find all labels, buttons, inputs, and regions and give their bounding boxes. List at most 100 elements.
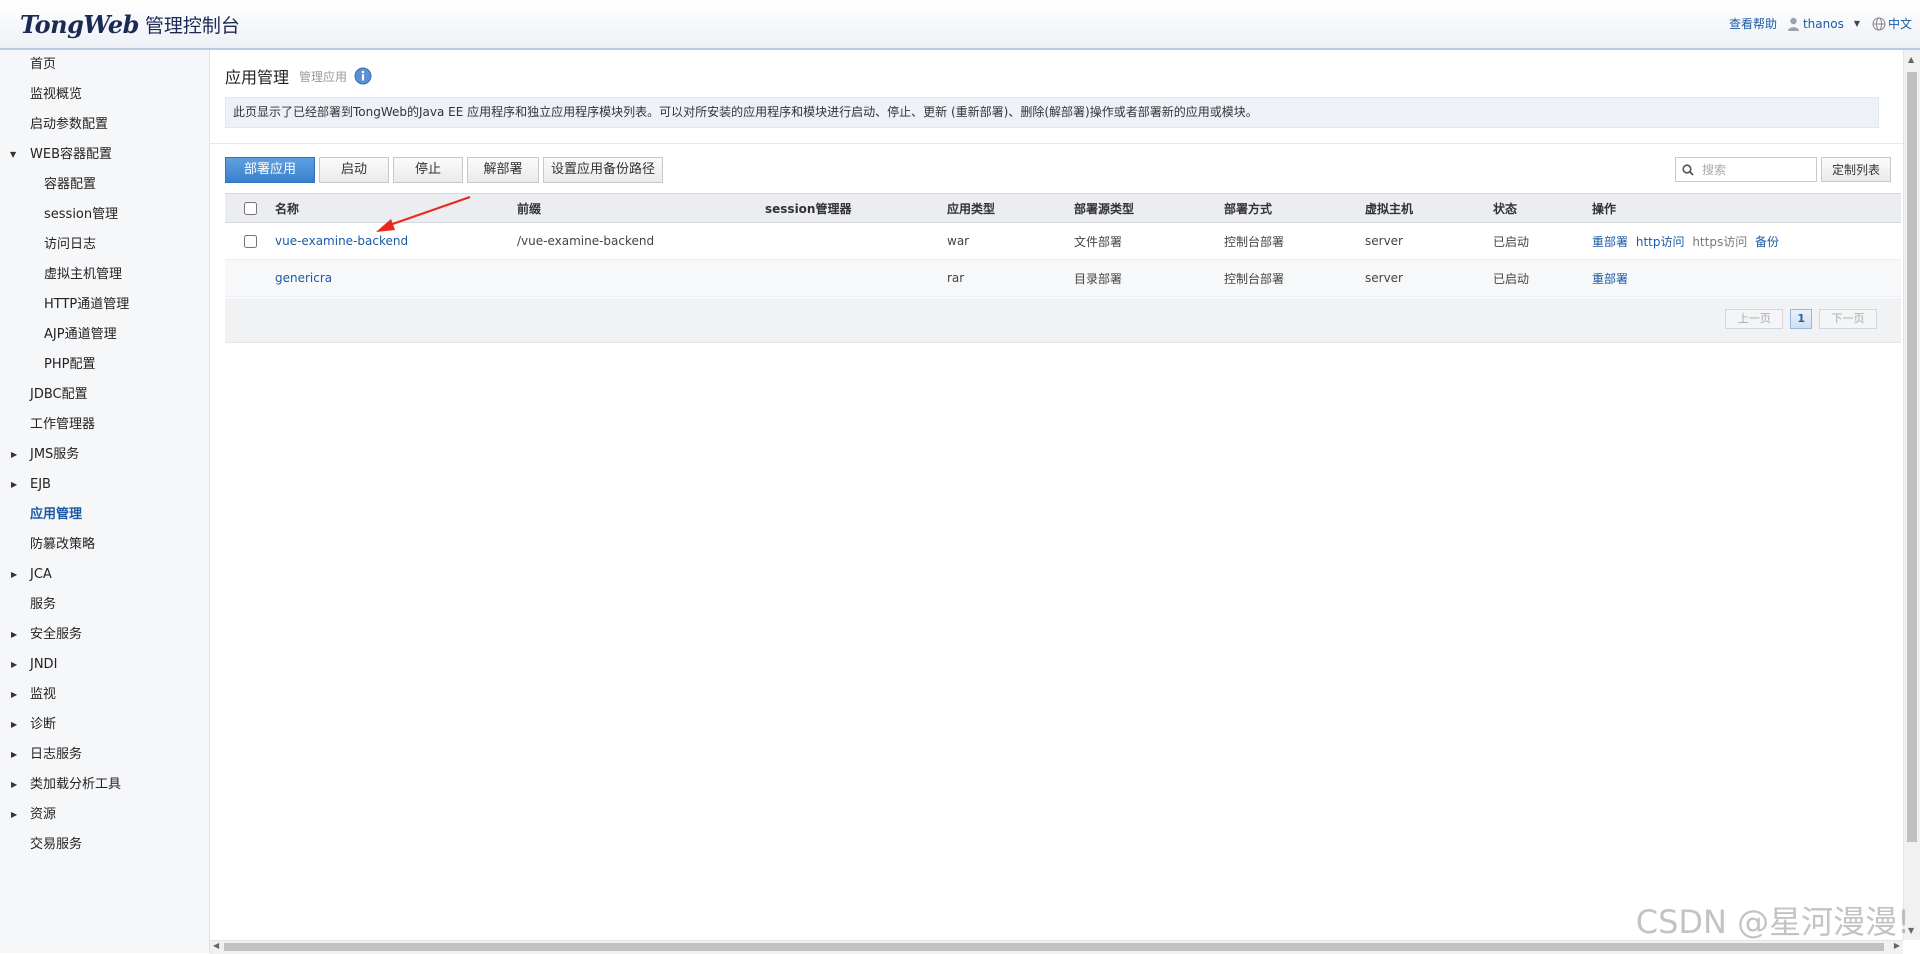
user-dropdown-icon[interactable]: ▼ (1854, 19, 1860, 28)
sidebar-item[interactable]: 服务 (0, 590, 209, 620)
sidebar-item[interactable]: 虚拟主机管理 (0, 260, 209, 290)
stop-button[interactable]: 停止 (393, 157, 463, 183)
vertical-scroll-thumb[interactable] (1907, 72, 1917, 842)
collapsed-arrow-icon[interactable]: ▶ (11, 650, 17, 680)
col-app-type[interactable]: 应用类型 (947, 193, 1074, 223)
sidebar-item[interactable]: 启动参数配置 (0, 110, 209, 140)
undeploy-button[interactable]: 解部署 (467, 157, 539, 183)
sidebar-item[interactable]: ▶ JCA (0, 560, 209, 590)
redeploy-link[interactable]: 重部署 (1592, 235, 1628, 249)
collapsed-arrow-icon[interactable]: ▶ (11, 440, 17, 470)
sidebar-item[interactable]: 容器配置 (0, 170, 209, 200)
session-cell (765, 222, 947, 260)
language-switch[interactable]: 中文 (1888, 15, 1912, 32)
collapsed-arrow-icon[interactable]: ▶ (11, 770, 17, 800)
sidebar-item-label: EJB (30, 477, 51, 492)
sidebar-item[interactable]: AJP通道管理 (0, 320, 209, 350)
expanded-arrow-icon[interactable]: ▼ (10, 140, 16, 170)
deploy-button[interactable]: 部署应用 (225, 157, 315, 183)
sidebar-item[interactable]: HTTP通道管理 (0, 290, 209, 320)
col-name[interactable]: 名称 (275, 193, 517, 223)
user-icon (1787, 17, 1799, 31)
sidebar-item[interactable]: 监视概览 (0, 80, 209, 110)
start-button[interactable]: 启动 (319, 157, 389, 183)
sidebar-item-label: 资源 (30, 807, 57, 822)
scroll-up-icon[interactable]: ▲ (1908, 55, 1914, 64)
sidebar-item-label: 工作管理器 (30, 417, 96, 432)
sidebar-item-label: 防篡改策略 (30, 537, 96, 552)
help-link[interactable]: 查看帮助 (1729, 15, 1777, 32)
collapsed-arrow-icon[interactable]: ▶ (11, 800, 17, 830)
col-status[interactable]: 状态 (1493, 193, 1592, 223)
search-box (1675, 157, 1817, 182)
sidebar-item[interactable]: session管理 (0, 200, 209, 230)
collapsed-arrow-icon[interactable]: ▶ (11, 560, 17, 590)
divider (210, 143, 1910, 144)
row-checkbox[interactable] (243, 235, 257, 248)
col-session-manager[interactable]: session管理器 (765, 193, 947, 223)
prev-page-button[interactable]: 上一页 (1725, 309, 1784, 329)
redeploy-link[interactable]: 重部署 (1592, 272, 1628, 286)
sidebar-item[interactable]: ▶ EJB (0, 470, 209, 500)
user-menu[interactable]: thanos (1803, 17, 1844, 31)
sidebar-item[interactable]: 工作管理器 (0, 410, 209, 440)
sidebar-item[interactable]: ▶ JMS服务 (0, 440, 209, 470)
sidebar-item-label: 服务 (30, 597, 57, 612)
collapsed-arrow-icon[interactable]: ▶ (11, 680, 17, 710)
collapsed-arrow-icon[interactable]: ▶ (11, 740, 17, 770)
host-cell: server (1365, 259, 1493, 297)
sidebar-item[interactable]: 交易服务 (0, 830, 209, 860)
col-deploy-method[interactable]: 部署方式 (1224, 193, 1365, 223)
table-row: genericra rar 目录部署 控制台部署 server 已启动 重部署 (225, 259, 1901, 297)
sidebar-item[interactable]: JDBC配置 (0, 380, 209, 410)
https-access-link[interactable]: https访问 (1692, 235, 1747, 249)
collapsed-arrow-icon[interactable]: ▶ (11, 710, 17, 740)
app-name-link[interactable]: genericra (275, 271, 332, 285)
sidebar-nav: 首页监视概览启动参数配置 ▼ WEB容器配置 容器配置 session管理 访问日志 虚拟主… (0, 50, 209, 860)
col-virtual-host[interactable]: 虚拟主机 (1365, 193, 1493, 223)
title-row: 应用管理 管理应用 (225, 64, 372, 88)
sidebar-item[interactable]: ▶ 安全服务 (0, 620, 209, 650)
sidebar-item[interactable]: 防篡改策略 (0, 530, 209, 560)
sidebar-item-label: PHP配置 (44, 357, 96, 372)
search-input[interactable] (1700, 161, 1809, 178)
collapsed-arrow-icon[interactable]: ▶ (11, 620, 17, 650)
watermark: CSDN @星河漫漫! (1635, 903, 1910, 941)
col-source-type[interactable]: 部署源类型 (1074, 193, 1224, 223)
sidebar-item-label: 首页 (30, 57, 57, 72)
status-cell: 已启动 (1493, 259, 1592, 297)
horizontal-scroll-thumb[interactable] (224, 943, 1884, 951)
select-all-checkbox[interactable] (243, 202, 257, 215)
page-number-button[interactable]: 1 (1790, 309, 1812, 329)
sidebar-item-label: 启动参数配置 (30, 117, 109, 132)
scroll-left-icon[interactable]: ◀ (213, 941, 219, 950)
customize-list-button[interactable]: 定制列表 (1821, 157, 1891, 182)
http-access-link[interactable]: http访问 (1636, 235, 1685, 249)
sidebar-item-label: 交易服务 (30, 837, 83, 852)
next-page-button[interactable]: 下一页 (1819, 309, 1877, 329)
sidebar-item[interactable]: ▶ 类加载分析工具 (0, 770, 209, 800)
logo-subtitle: 管理控制台 (144, 14, 240, 37)
sidebar-item[interactable]: ▼ WEB容器配置 (0, 140, 209, 170)
sidebar-item-label: 日志服务 (30, 747, 83, 762)
sidebar-item[interactable]: ▶ 日志服务 (0, 740, 209, 770)
set-backup-path-button[interactable]: 设置应用备份路径 (543, 157, 663, 183)
sidebar-item[interactable]: PHP配置 (0, 350, 209, 380)
sidebar-item[interactable]: 访问日志 (0, 230, 209, 260)
backup-link[interactable]: 备份 (1755, 235, 1779, 249)
sidebar-item[interactable]: ▶ 资源 (0, 800, 209, 830)
app-name-cell: genericra (275, 259, 517, 297)
sidebar-item[interactable]: ▶ JNDI (0, 650, 209, 680)
sidebar-item[interactable]: 应用管理 (0, 500, 209, 530)
col-prefix[interactable]: 前缀 (517, 193, 765, 223)
collapsed-arrow-icon[interactable]: ▶ (11, 470, 17, 500)
sidebar-item[interactable]: ▶ 监视 (0, 680, 209, 710)
sidebar-item[interactable]: 首页 (0, 50, 209, 80)
table-row: vue-examine-backend /vue-examine-backend… (225, 222, 1901, 260)
pagination-bar: 上一页 1 下一页 (225, 298, 1901, 343)
vertical-scrollbar[interactable]: ▲ ▼ (1903, 50, 1920, 940)
app-name-link[interactable]: vue-examine-backend (275, 234, 408, 248)
page-title: 应用管理 (225, 68, 290, 87)
info-icon[interactable] (354, 67, 372, 85)
sidebar-item[interactable]: ▶ 诊断 (0, 710, 209, 740)
